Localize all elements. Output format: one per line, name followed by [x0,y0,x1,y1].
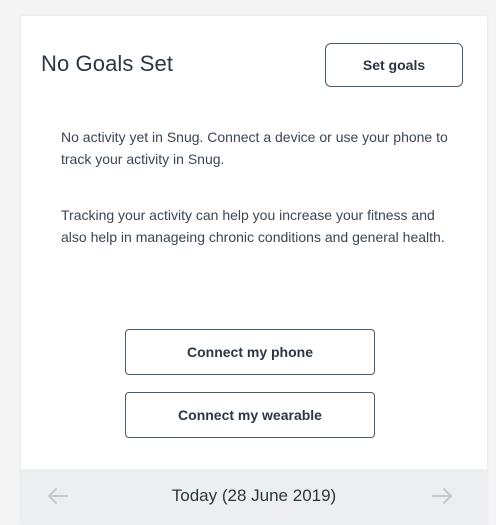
connect-phone-button[interactable]: Connect my phone [125,329,375,375]
set-goals-button[interactable]: Set goals [325,43,463,87]
card-header: No Goals Set Set goals [21,16,487,112]
activity-benefits-message: Tracking your activity can help you incr… [61,207,445,245]
arrow-right-icon[interactable] [429,483,455,509]
current-date-label: Today (28 June 2019) [171,486,337,505]
date-navigator: Today (28 June 2019) [21,469,487,525]
page-title: No Goals Set [41,51,174,76]
activity-empty-message: No activity yet in Snug. Connect a devic… [61,129,448,167]
activity-card: No Goals Set Set goals No activity yet i… [21,16,487,525]
connect-wearable-button[interactable]: Connect my wearable [125,392,375,438]
